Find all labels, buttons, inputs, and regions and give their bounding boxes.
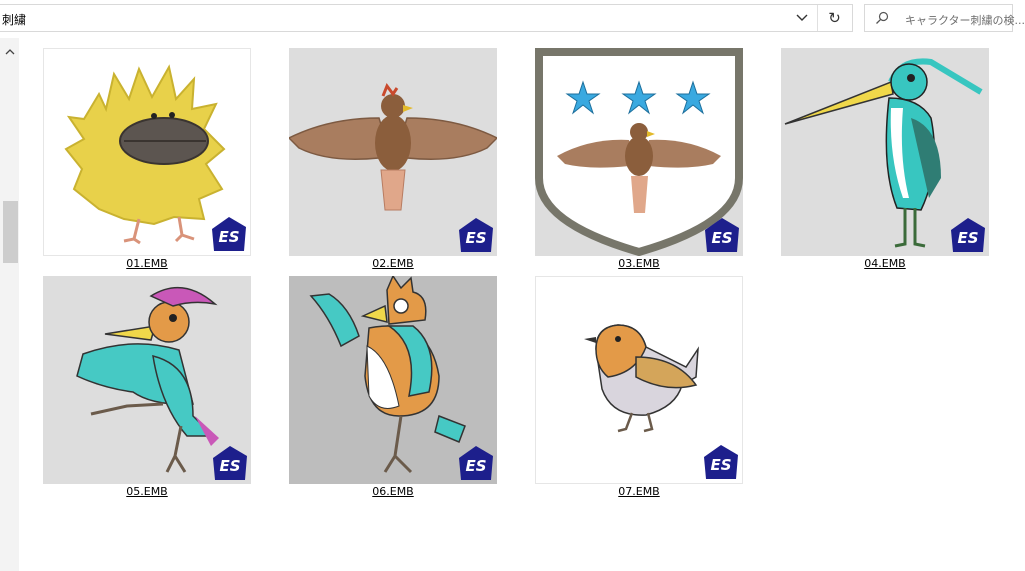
es-logo-icon: ES — [210, 215, 248, 253]
svg-text:ES: ES — [465, 457, 486, 475]
file-thumbnail[interactable]: ES — [43, 48, 251, 256]
es-logo-icon: ES — [702, 443, 740, 481]
svg-text:ES: ES — [957, 229, 978, 247]
file-thumbnail[interactable]: ES — [781, 48, 989, 256]
svg-text:ES: ES — [711, 229, 732, 247]
address-bar[interactable]: 刺繍 ↻ — [0, 4, 853, 32]
file-item[interactable]: ES 06.EMB — [289, 276, 497, 498]
file-thumbnail[interactable]: ES — [535, 276, 743, 484]
es-logo-icon: ES — [211, 444, 249, 482]
es-logo-icon: ES — [457, 444, 495, 482]
file-name[interactable]: 06.EMB — [289, 485, 497, 498]
file-item[interactable]: ES 04.EMB — [781, 48, 989, 270]
svg-text:ES: ES — [218, 228, 239, 246]
scrollbar-thumb[interactable] — [3, 201, 18, 263]
search-box[interactable]: キャラクター刺繍の検... — [864, 4, 1025, 32]
search-icon — [875, 10, 889, 29]
file-thumbnail[interactable]: ES — [289, 276, 497, 484]
file-item[interactable]: ES 01.EMB — [43, 48, 251, 270]
es-logo-icon: ES — [703, 216, 741, 254]
search-placeholder[interactable]: キャラクター刺繍の検... — [905, 12, 1025, 28]
vertical-scrollbar[interactable] — [0, 38, 19, 571]
address-path[interactable]: 刺繍 — [2, 11, 26, 28]
es-logo-icon: ES — [949, 216, 987, 254]
chevron-up-icon[interactable] — [4, 42, 16, 55]
file-name[interactable]: 07.EMB — [535, 485, 743, 498]
file-name[interactable]: 05.EMB — [43, 485, 251, 498]
file-name[interactable]: 03.EMB — [535, 257, 743, 270]
file-thumbnail[interactable]: ES — [289, 48, 497, 256]
svg-text:ES: ES — [465, 229, 486, 247]
svg-text:ES: ES — [219, 457, 240, 475]
file-name[interactable]: 04.EMB — [781, 257, 989, 270]
file-item[interactable]: ES 05.EMB — [43, 276, 251, 498]
file-name[interactable]: 02.EMB — [289, 257, 497, 270]
file-name[interactable]: 01.EMB — [43, 257, 251, 270]
es-logo-icon: ES — [457, 216, 495, 254]
file-thumbnail[interactable]: ES — [43, 276, 251, 484]
file-item[interactable]: ES 03.EMB — [535, 48, 743, 270]
chevron-down-icon[interactable] — [788, 5, 816, 31]
file-item[interactable]: ES 07.EMB — [535, 276, 743, 498]
file-thumbnail[interactable]: ES — [535, 48, 743, 256]
refresh-icon[interactable]: ↻ — [818, 5, 851, 31]
svg-text:ES: ES — [710, 456, 731, 474]
file-item[interactable]: ES 02.EMB — [289, 48, 497, 270]
